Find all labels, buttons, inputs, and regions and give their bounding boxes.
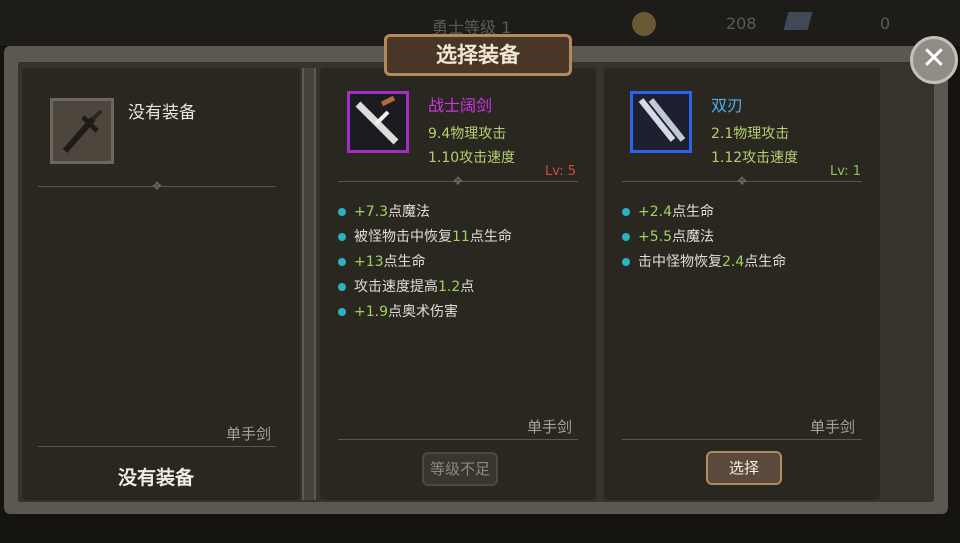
ornament-icon: ❖ <box>151 179 163 193</box>
coin-icon <box>632 12 656 36</box>
option-2-level: Lv: 1 <box>830 164 862 179</box>
twin-blades-icon <box>630 91 692 153</box>
insufficient-level-button[interactable]: 等级不足 <box>422 452 498 486</box>
ornament-icon: ❖ <box>452 174 464 188</box>
option-1-level: Lv: 5 <box>545 164 577 179</box>
current-status-label: 没有装备 <box>118 467 195 489</box>
gem-count: 0 <box>880 14 891 33</box>
bullet-icon <box>338 233 346 241</box>
option-2-stat-2: 1.12攻击速度 <box>711 150 799 166</box>
option-2-type: 单手剑 <box>810 418 856 436</box>
bullet-icon <box>338 208 346 216</box>
option-2-affix: +2.4点生命 <box>622 201 714 221</box>
bullet-icon <box>338 258 346 266</box>
option-1-affix: +7.3点魔法 <box>338 201 430 221</box>
current-item-name: 没有装备 <box>128 103 196 123</box>
option-1-stat-2: 1.10攻击速度 <box>428 150 516 166</box>
close-icon: ✕ <box>921 41 947 76</box>
bullet-icon <box>338 308 346 316</box>
broadsword-icon <box>347 91 409 153</box>
panel-divider <box>302 68 316 500</box>
ornament-icon: ❖ <box>736 174 748 188</box>
option-1-affix: 攻击速度提高1.2点 <box>338 276 474 296</box>
option-1-type: 单手剑 <box>527 418 573 436</box>
option-1-name: 战士阔剑 <box>428 96 493 115</box>
close-button[interactable]: ✕ <box>910 36 958 84</box>
option-2-name: 双刃 <box>711 96 744 115</box>
option-1-affix: 被怪物击中恢复11点生命 <box>338 226 512 246</box>
select-button[interactable]: 选择 <box>706 451 782 485</box>
option-1-affix: +1.9点奥术伤害 <box>338 301 458 321</box>
option-2-stat-1: 2.1物理攻击 <box>711 126 790 142</box>
separator <box>38 446 276 447</box>
bullet-icon <box>622 233 630 241</box>
option-1-affix: +13点生命 <box>338 251 426 271</box>
option-1-stat-1: 9.4物理攻击 <box>428 126 507 142</box>
coin-count: 208 <box>726 14 757 33</box>
option-2-affix: 击中怪物恢复2.4点生命 <box>622 251 786 271</box>
current-item-type: 单手剑 <box>226 425 272 443</box>
option-2-affix: +5.5点魔法 <box>622 226 714 246</box>
bullet-icon <box>622 258 630 266</box>
separator <box>338 439 578 440</box>
bullet-icon <box>338 283 346 291</box>
separator <box>622 439 862 440</box>
bullet-icon <box>622 208 630 216</box>
dialog-title: 选择装备 <box>384 34 572 76</box>
empty-slot-icon <box>50 98 114 164</box>
gem-icon <box>783 12 813 30</box>
